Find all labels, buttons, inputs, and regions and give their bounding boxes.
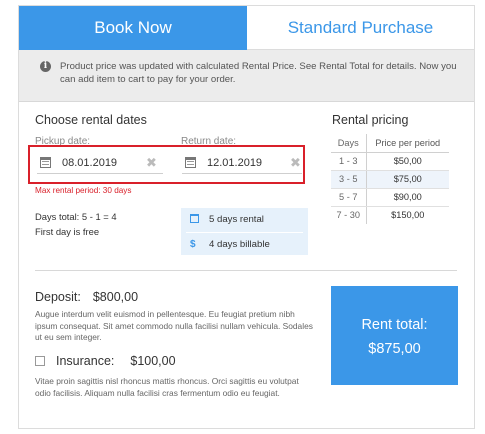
days-total: Days total: 5 - 1 = 4 bbox=[35, 211, 117, 222]
price-cell: $150,00 bbox=[391, 210, 425, 221]
date-highlight-frame bbox=[28, 145, 305, 184]
deposit-line: Deposit: $800,00 bbox=[35, 290, 138, 304]
rent-total-label: Rent total: bbox=[361, 317, 428, 333]
section-divider bbox=[35, 270, 457, 271]
rental-days-text: 5 days rental bbox=[209, 214, 264, 225]
days-cell: 5 - 7 bbox=[331, 188, 367, 207]
insurance-line: Insurance: $100,00 bbox=[56, 354, 176, 368]
rental-pricing-title: Rental pricing bbox=[332, 113, 409, 127]
days-cell: 1 - 3 bbox=[331, 152, 367, 171]
table-row: 5 - 7 $90,00 bbox=[331, 188, 449, 207]
rental-days-row: 5 days rental bbox=[181, 208, 308, 230]
rent-total-box: Rent total: $875,00 bbox=[331, 286, 458, 385]
column-header-price: Price per period bbox=[366, 134, 449, 153]
insurance-checkbox[interactable] bbox=[35, 356, 45, 366]
tab-standard-purchase[interactable]: Standard Purchase bbox=[247, 6, 474, 50]
insurance-description: Vitae proin sagittis nisl rhoncus mattis… bbox=[35, 376, 299, 398]
update-notice: i Product price was updated with calcula… bbox=[19, 50, 474, 102]
insurance-amount: $100,00 bbox=[130, 354, 176, 368]
first-day-free: First day is free bbox=[35, 226, 100, 237]
insurance-label: Insurance: bbox=[56, 354, 115, 368]
table-row: 7 - 30 $150,00 bbox=[331, 206, 449, 224]
billable-days-text: 4 days billable bbox=[209, 239, 270, 250]
deposit-description: Augue interdum velit euismod in pellente… bbox=[35, 309, 313, 342]
tab-book-now[interactable]: Book Now bbox=[19, 6, 247, 50]
pricing-table: Days Price per period 1 - 3 $50,00 3 - 5… bbox=[331, 134, 449, 224]
billable-days-row: $ 4 days billable bbox=[181, 233, 308, 255]
price-cell: $75,00 bbox=[366, 170, 449, 189]
deposit-amount: $800,00 bbox=[92, 290, 139, 304]
table-row: 1 - 3 $50,00 bbox=[331, 152, 449, 171]
days-cell: 7 - 30 bbox=[331, 206, 367, 224]
calendar-icon bbox=[190, 214, 199, 223]
column-header-days: Days bbox=[331, 134, 367, 153]
rental-summary-box: 5 days rental $ 4 days billable bbox=[181, 208, 308, 255]
info-icon: i bbox=[40, 61, 51, 72]
price-cell: $50,00 bbox=[366, 152, 449, 171]
deposit-label: Deposit: bbox=[35, 290, 81, 304]
table-row-active: 3 - 5 $75,00 bbox=[331, 170, 449, 189]
notice-text: Product price was updated with calculate… bbox=[60, 61, 457, 85]
tab-bar: Book Now Standard Purchase bbox=[19, 6, 474, 50]
rent-total-value: $875,00 bbox=[368, 341, 421, 357]
max-period-note: Max rental period: 30 days bbox=[35, 186, 132, 195]
dollar-icon: $ bbox=[190, 239, 196, 250]
rental-dates-title: Choose rental dates bbox=[35, 113, 147, 127]
price-cell: $90,00 bbox=[366, 188, 449, 207]
days-cell: 3 - 5 bbox=[331, 170, 367, 189]
